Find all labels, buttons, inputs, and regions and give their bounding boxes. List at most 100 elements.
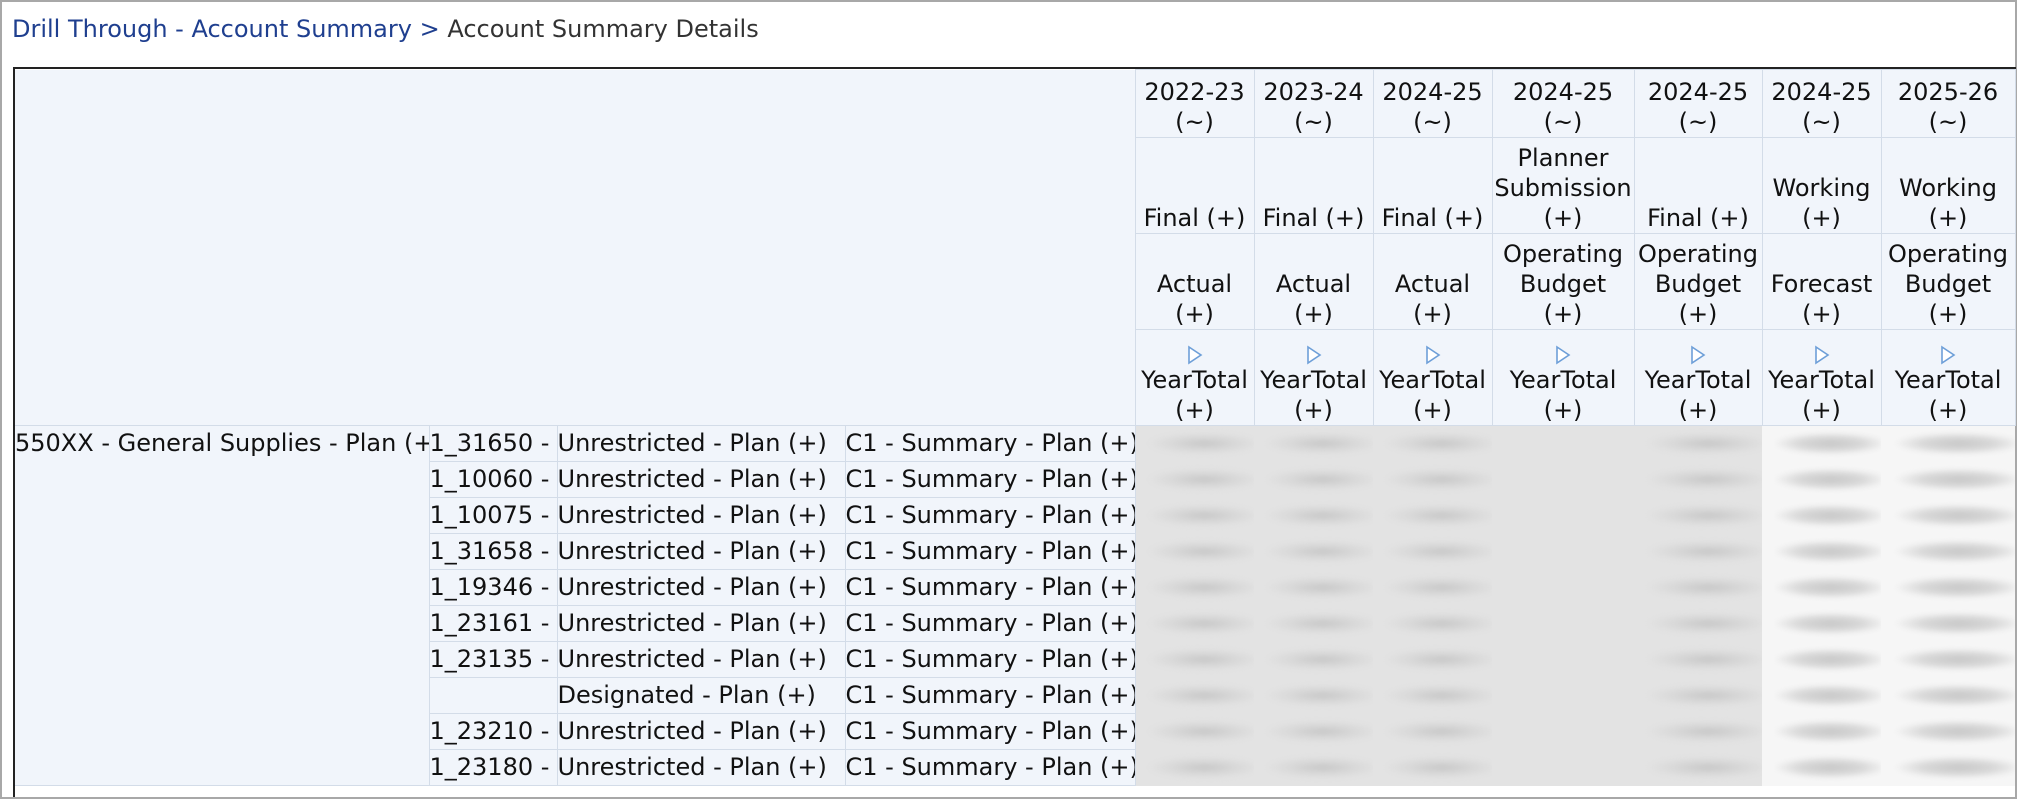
expand-triangle-icon[interactable]: [1493, 343, 1633, 365]
column-header-year[interactable]: 2022-23 (~): [1134, 69, 1255, 138]
row-header-account[interactable]: 550XX - General Supplies - Plan (+): [15, 425, 430, 786]
row-header-fund[interactable]: Unrestricted - Plan (+): [556, 461, 846, 498]
value-cell-redacted[interactable]: [1373, 569, 1492, 606]
value-cell-redacted[interactable]: [1373, 641, 1492, 678]
value-cell-redacted[interactable]: [1492, 641, 1634, 678]
value-cell-redacted[interactable]: [1492, 749, 1634, 786]
column-header-scenario[interactable]: Operating Budget (+): [1633, 233, 1763, 330]
value-cell-redacted[interactable]: [1634, 641, 1762, 678]
value-cell-redacted[interactable]: [1762, 569, 1881, 606]
value-cell-redacted[interactable]: [1135, 569, 1254, 606]
value-cell-redacted[interactable]: [1881, 677, 2015, 714]
value-cell-redacted[interactable]: [1373, 677, 1492, 714]
value-cell-redacted[interactable]: [1135, 749, 1254, 786]
row-header-fund[interactable]: Designated - Plan (+): [556, 677, 846, 714]
row-header-entity[interactable]: 1_23135 -: [428, 641, 558, 678]
column-header-scenario[interactable]: Actual (+): [1372, 233, 1493, 330]
value-cell-redacted[interactable]: [1254, 497, 1373, 534]
value-cell-redacted[interactable]: [1254, 713, 1373, 750]
column-header-period[interactable]: YearTotal (+): [1134, 329, 1255, 426]
value-cell-redacted[interactable]: [1254, 641, 1373, 678]
value-cell-redacted[interactable]: [1254, 461, 1373, 498]
column-header-period[interactable]: YearTotal (+): [1372, 329, 1493, 426]
row-header-entity[interactable]: 1_23161 -: [428, 605, 558, 642]
column-header-year[interactable]: 2024-25 (~): [1633, 69, 1763, 138]
value-cell-redacted[interactable]: [1881, 713, 2015, 750]
column-header-version[interactable]: Final (+): [1372, 137, 1493, 234]
column-header-period[interactable]: YearTotal (+): [1491, 329, 1635, 426]
value-cell-redacted[interactable]: [1492, 533, 1634, 570]
value-cell-redacted[interactable]: [1373, 497, 1492, 534]
value-cell-redacted[interactable]: [1762, 533, 1881, 570]
column-header-version[interactable]: Planner Submission (+): [1491, 137, 1635, 234]
row-header-summary[interactable]: C1 - Summary - Plan (+): [844, 605, 1136, 642]
value-cell-redacted[interactable]: [1881, 605, 2015, 642]
column-header-version[interactable]: Final (+): [1633, 137, 1763, 234]
value-cell-redacted[interactable]: [1135, 461, 1254, 498]
row-header-fund[interactable]: Unrestricted - Plan (+): [556, 533, 846, 570]
value-cell-redacted[interactable]: [1881, 425, 2015, 462]
value-cell-redacted[interactable]: [1135, 533, 1254, 570]
value-cell-redacted[interactable]: [1881, 569, 2015, 606]
row-header-summary[interactable]: C1 - Summary - Plan (+): [844, 425, 1136, 462]
column-header-version[interactable]: Final (+): [1134, 137, 1255, 234]
row-header-fund[interactable]: Unrestricted - Plan (+): [556, 497, 846, 534]
value-cell-redacted[interactable]: [1254, 533, 1373, 570]
value-cell-redacted[interactable]: [1762, 677, 1881, 714]
row-header-summary[interactable]: C1 - Summary - Plan (+): [844, 569, 1136, 606]
value-cell-redacted[interactable]: [1254, 605, 1373, 642]
expand-triangle-icon[interactable]: [1255, 343, 1372, 365]
row-header-fund[interactable]: Unrestricted - Plan (+): [556, 569, 846, 606]
row-header-summary[interactable]: C1 - Summary - Plan (+): [844, 749, 1136, 786]
value-cell-redacted[interactable]: [1373, 533, 1492, 570]
value-cell-redacted[interactable]: [1634, 569, 1762, 606]
column-header-year[interactable]: 2025-26 (~): [1880, 69, 2016, 138]
row-header-fund[interactable]: Unrestricted - Plan (+): [556, 749, 846, 786]
breadcrumb-link-account-summary[interactable]: Drill Through - Account Summary: [12, 15, 412, 43]
value-cell-redacted[interactable]: [1492, 425, 1634, 462]
row-header-fund[interactable]: Unrestricted - Plan (+): [556, 641, 846, 678]
row-header-fund[interactable]: Unrestricted - Plan (+): [556, 605, 846, 642]
column-header-version[interactable]: Working (+): [1761, 137, 1882, 234]
value-cell-redacted[interactable]: [1135, 677, 1254, 714]
value-cell-redacted[interactable]: [1135, 497, 1254, 534]
value-cell-redacted[interactable]: [1634, 749, 1762, 786]
value-cell-redacted[interactable]: [1373, 713, 1492, 750]
row-header-fund[interactable]: Unrestricted - Plan (+): [556, 425, 846, 462]
value-cell-redacted[interactable]: [1254, 749, 1373, 786]
row-header-entity[interactable]: 1_19346 -: [428, 569, 558, 606]
value-cell-redacted[interactable]: [1881, 497, 2015, 534]
value-cell-redacted[interactable]: [1373, 749, 1492, 786]
value-cell-redacted[interactable]: [1254, 425, 1373, 462]
row-header-entity[interactable]: 1_31650 -: [428, 425, 558, 462]
row-header-fund[interactable]: Unrestricted - Plan (+): [556, 713, 846, 750]
value-cell-redacted[interactable]: [1634, 677, 1762, 714]
value-cell-redacted[interactable]: [1492, 569, 1634, 606]
value-cell-redacted[interactable]: [1135, 713, 1254, 750]
value-cell-redacted[interactable]: [1762, 605, 1881, 642]
row-header-entity[interactable]: 1_23180 -: [428, 749, 558, 786]
value-cell-redacted[interactable]: [1762, 425, 1881, 462]
value-cell-redacted[interactable]: [1634, 461, 1762, 498]
column-header-period[interactable]: YearTotal (+): [1880, 329, 2016, 426]
value-cell-redacted[interactable]: [1373, 605, 1492, 642]
column-header-scenario[interactable]: Actual (+): [1253, 233, 1374, 330]
column-header-year[interactable]: 2023-24 (~): [1253, 69, 1374, 138]
column-header-version[interactable]: Working (+): [1880, 137, 2016, 234]
value-cell-redacted[interactable]: [1881, 461, 2015, 498]
column-header-scenario[interactable]: Actual (+): [1134, 233, 1255, 330]
expand-triangle-icon[interactable]: [1374, 343, 1491, 365]
column-header-period[interactable]: YearTotal (+): [1633, 329, 1763, 426]
row-header-entity[interactable]: 1_10075 -: [428, 497, 558, 534]
expand-triangle-icon[interactable]: [1882, 343, 2014, 365]
expand-triangle-icon[interactable]: [1136, 343, 1253, 365]
value-cell-redacted[interactable]: [1492, 461, 1634, 498]
row-header-entity[interactable]: 1_23210 -: [428, 713, 558, 750]
row-header-summary[interactable]: C1 - Summary - Plan (+): [844, 497, 1136, 534]
value-cell-redacted[interactable]: [1634, 605, 1762, 642]
value-cell-redacted[interactable]: [1492, 497, 1634, 534]
value-cell-redacted[interactable]: [1373, 425, 1492, 462]
value-cell-redacted[interactable]: [1634, 713, 1762, 750]
value-cell-redacted[interactable]: [1762, 713, 1881, 750]
expand-triangle-icon[interactable]: [1763, 343, 1880, 365]
